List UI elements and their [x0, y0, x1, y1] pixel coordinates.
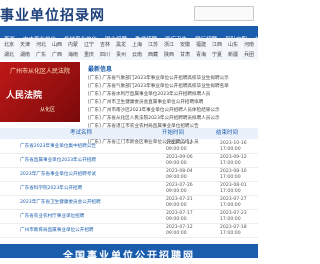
region-link[interactable]: 西藏: [148, 51, 158, 58]
region-link[interactable]: 兵团: [244, 51, 254, 58]
start-time: 2023-07-26 09:00:00: [166, 183, 193, 194]
table-row: 广东省2023年事业单位集中招聘公告 2023-10-12 09:00:00 202…: [0, 140, 258, 154]
exam-name-link[interactable]: 2023年广东省事业单位公开招聘考试: [20, 171, 96, 177]
table-header: 考试名称 开始时间 结束时间: [0, 128, 258, 139]
table-row: 2023年广东省卫生健康委员会公开招聘 2023-07-21 09:00:00 20…: [0, 196, 258, 210]
table-row: 广东省科学院2023年公开招聘 2023-07-26 09:00:00 2023-0…: [0, 182, 258, 196]
news-item[interactable]: [广东] 广东省气象部门2023年事业单位公开招聘高校毕业生拟聘名单: [88, 83, 258, 91]
table-row: 广东省直属事业单位2023年公开招聘 2023-09-06 09:00:00 202…: [0, 154, 258, 168]
banner-image[interactable]: 广州市从化区人民法院 人民法院 从化区: [0, 62, 80, 122]
end-time: 2023-10-16 17:00:00: [220, 141, 247, 152]
table-row: 2023年广东省事业单位公开招聘考试 2023-08-04 09:00:00 202…: [0, 168, 258, 182]
col-start: 开始时间: [162, 130, 185, 136]
region-link[interactable]: 海南: [68, 51, 78, 58]
region-link[interactable]: 湖南: [20, 51, 30, 58]
region-link[interactable]: 黑龙: [116, 41, 126, 48]
region-link[interactable]: 福建: [196, 41, 206, 48]
region-link[interactable]: 云南: [132, 51, 142, 58]
search-input[interactable]: [194, 6, 254, 21]
table-row: 广东省农业农村厅事业单位招聘 2023-07-17 09:00:00 2023-07…: [0, 210, 258, 224]
footer-text: 全国事业单位公开招聘网: [63, 251, 195, 262]
news-item[interactable]: [广东] 广东省水利厅直属事业单位2023年公开招聘拟聘人员: [88, 91, 258, 99]
end-time: 2023-07-23 17:00:00: [220, 211, 247, 222]
region-link[interactable]: 江西: [212, 41, 222, 48]
start-time: 2023-10-12 09:00:00: [166, 141, 193, 152]
exam-name-link[interactable]: 广东省2023年事业单位集中招聘公告: [20, 143, 96, 149]
region-link[interactable]: 湖北: [4, 51, 14, 58]
end-time: 2023-08-01 17:00:00: [220, 183, 247, 194]
region-link[interactable]: 重庆: [84, 51, 94, 58]
banner-heading: 广州市从化区人民法院: [10, 68, 71, 75]
region-link[interactable]: 河北: [36, 41, 46, 48]
region-link[interactable]: 山东: [228, 41, 238, 48]
region-link[interactable]: 陕西: [164, 51, 174, 58]
end-time: 2023-09-12 17:00:00: [220, 155, 247, 166]
region-link[interactable]: 上海: [132, 41, 142, 48]
end-time: 2023-07-27 17:00:00: [220, 197, 247, 208]
table-row: 广州市教育局直属事业单位公开招聘 2023-07-12 09:00:00 2023-…: [0, 224, 258, 238]
start-time: 2023-07-12 09:00:00: [166, 225, 193, 236]
news-item[interactable]: [广东] 广州市卫生健康委员会直属事业单位公开招聘拟聘: [88, 99, 258, 107]
region-link[interactable]: 山西: [52, 41, 62, 48]
region-links: 北京 天津 河北 山西 内蒙 辽宁 吉林 黑龙 上海 江苏 浙江 安徽 福建 江西 山东 河南湖北 湖南 广东 广西…: [0, 38, 258, 60]
region-link[interactable]: 浙江: [164, 41, 174, 48]
main-nav: 首页中央事业单位各地事业单位国企招聘教师招聘医疗卫生银行招聘部队文职社区工作者三…: [0, 26, 258, 38]
region-link[interactable]: 吉林: [100, 41, 110, 48]
exam-name-link[interactable]: 广东省直属事业单位2023年公开招聘: [20, 157, 96, 163]
region-link[interactable]: 河南: [244, 41, 254, 48]
region-link[interactable]: 北京: [4, 41, 14, 48]
exam-name-link[interactable]: 广东省农业农村厅事业单位招聘: [20, 213, 84, 219]
start-time: 2023-07-21 09:00:00: [166, 197, 193, 208]
region-link[interactable]: 天津: [20, 41, 30, 48]
region-link[interactable]: 四川: [100, 51, 110, 58]
region-link[interactable]: 内蒙: [68, 41, 78, 48]
news-item[interactable]: [广东] 广东省气象部门2023年事业单位公开招聘高校毕业生拟聘公示: [88, 75, 258, 83]
region-link[interactable]: 辽宁: [84, 41, 94, 48]
banner-title: 人民法院: [6, 91, 43, 101]
region-link[interactable]: 安徽: [180, 41, 190, 48]
exam-name-link[interactable]: 2023年广东省卫生健康委员会公开招聘: [20, 199, 101, 205]
region-link[interactable]: 贵州: [116, 51, 126, 58]
footer-banner: 全国事业单位公开招聘网: [0, 244, 258, 262]
region-link[interactable]: 新疆: [228, 51, 238, 58]
exam-name-link[interactable]: 广州市教育局直属事业单位公开招聘: [20, 227, 94, 233]
region-link[interactable]: 甘肃: [180, 51, 190, 58]
exam-name-link[interactable]: 广东省科学院2023年公开招聘: [20, 185, 82, 191]
start-time: 2023-08-04 09:00:00: [166, 169, 193, 180]
region-link[interactable]: 江苏: [148, 41, 158, 48]
region-link[interactable]: 宁夏: [212, 51, 222, 58]
start-time: 2023-09-06 09:00:00: [166, 155, 193, 166]
news-item[interactable]: [广东] 广州市南沙区2023年事业单位公开招聘人员体检结果公示: [88, 107, 258, 115]
col-end: 结束时间: [216, 130, 239, 136]
region-link[interactable]: 青海: [196, 51, 206, 58]
end-time: 2023-07-18 17:00:00: [220, 225, 247, 236]
news-title: 最新信息: [88, 66, 113, 73]
region-link[interactable]: 广西: [52, 51, 62, 58]
start-time: 2023-07-17 09:00:00: [166, 211, 193, 222]
site-logo[interactable]: 事业单位招录网: [0, 5, 105, 25]
header: 事业单位招录网: [0, 0, 258, 26]
end-time: 2023-08-10 17:00:00: [220, 169, 247, 180]
col-name: 考试名称: [70, 130, 93, 136]
banner-caption: 从化区: [40, 107, 56, 113]
region-link[interactable]: 广东: [36, 51, 46, 58]
news-item[interactable]: [广东] 广东省从化区人民法院2023年公开招聘聘员拟聘人员公示: [88, 115, 258, 123]
